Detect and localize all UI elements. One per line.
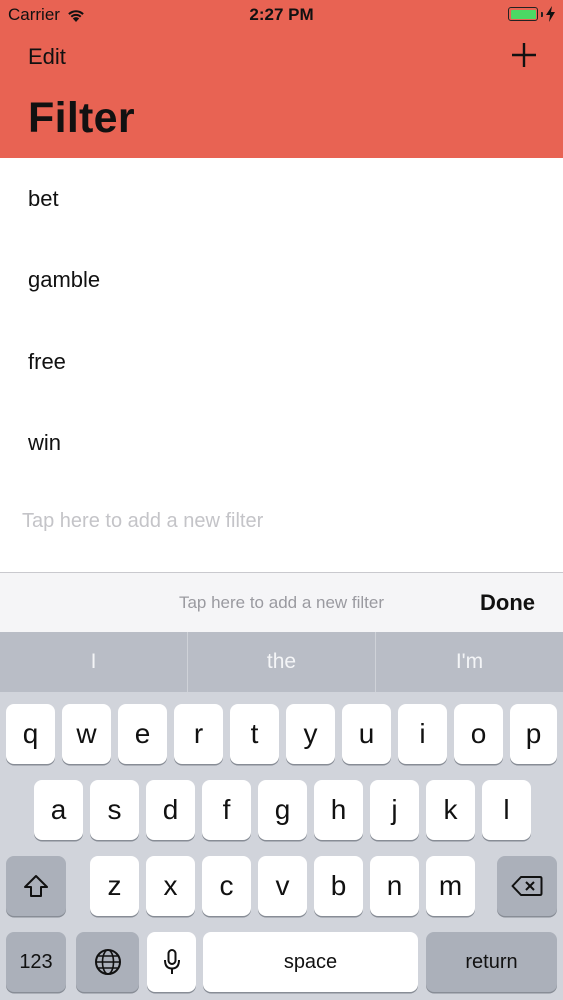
key-v[interactable]: v <box>258 856 307 916</box>
key-j[interactable]: j <box>370 780 419 840</box>
predictive-bar: I the I'm <box>0 632 563 692</box>
new-filter-input[interactable]: Tap here to add a new filter <box>22 510 263 533</box>
suggestion-item[interactable]: I <box>0 632 187 692</box>
list-item[interactable]: gamble <box>0 240 563 322</box>
key-y[interactable]: y <box>286 704 335 764</box>
key-a[interactable]: a <box>34 780 83 840</box>
suggestion-item[interactable]: I'm <box>375 632 563 692</box>
done-button[interactable]: Done <box>480 590 535 616</box>
key-h[interactable]: h <box>314 780 363 840</box>
key-i[interactable]: i <box>398 704 447 764</box>
keyboard: I the I'm q w e r t y u i o p a s d f g … <box>0 632 563 1000</box>
list-item[interactable]: bet <box>0 158 563 240</box>
key-g[interactable]: g <box>258 780 307 840</box>
edit-button[interactable]: Edit <box>28 44 66 70</box>
key-m[interactable]: m <box>426 856 475 916</box>
backspace-key[interactable] <box>497 856 557 916</box>
key-d[interactable]: d <box>146 780 195 840</box>
battery-indicator <box>508 6 555 22</box>
return-key[interactable]: return <box>426 932 557 992</box>
charging-icon <box>546 6 555 22</box>
space-key[interactable]: space <box>203 932 418 992</box>
numbers-key[interactable]: 123 <box>6 932 66 992</box>
key-c[interactable]: c <box>202 856 251 916</box>
shift-icon <box>24 875 48 897</box>
dictation-key[interactable] <box>147 932 196 992</box>
backspace-icon <box>511 876 543 896</box>
suggestion-item[interactable]: the <box>187 632 375 692</box>
key-l[interactable]: l <box>482 780 531 840</box>
key-r[interactable]: r <box>174 704 223 764</box>
input-accessory-bar: Tap here to add a new filter Done <box>0 572 563 632</box>
key-x[interactable]: x <box>146 856 195 916</box>
key-w[interactable]: w <box>62 704 111 764</box>
key-f[interactable]: f <box>202 780 251 840</box>
battery-icon <box>508 7 538 21</box>
key-b[interactable]: b <box>314 856 363 916</box>
add-filter-button[interactable] <box>511 40 537 70</box>
plus-icon <box>512 43 536 67</box>
list-item[interactable]: win <box>0 403 563 485</box>
key-o[interactable]: o <box>454 704 503 764</box>
key-q[interactable]: q <box>6 704 55 764</box>
key-p[interactable]: p <box>510 704 557 764</box>
key-t[interactable]: t <box>230 704 279 764</box>
accessory-text-field[interactable]: Tap here to add a new filter <box>0 593 563 613</box>
navigation-header: Carrier 2:27 PM Edit Filter <box>0 0 563 158</box>
filter-list: bet gamble free win <box>0 158 563 484</box>
globe-key[interactable] <box>76 932 139 992</box>
list-item[interactable]: free <box>0 321 563 403</box>
key-z[interactable]: z <box>90 856 139 916</box>
shift-key[interactable] <box>6 856 66 916</box>
key-k[interactable]: k <box>426 780 475 840</box>
key-n[interactable]: n <box>370 856 419 916</box>
key-e[interactable]: e <box>118 704 167 764</box>
globe-icon <box>94 949 121 975</box>
status-time: 2:27 PM <box>249 5 314 24</box>
microphone-icon <box>163 949 180 974</box>
page-title: Filter <box>28 94 135 142</box>
key-s[interactable]: s <box>90 780 139 840</box>
status-bar: Carrier 2:27 PM <box>0 0 563 30</box>
key-u[interactable]: u <box>342 704 391 764</box>
